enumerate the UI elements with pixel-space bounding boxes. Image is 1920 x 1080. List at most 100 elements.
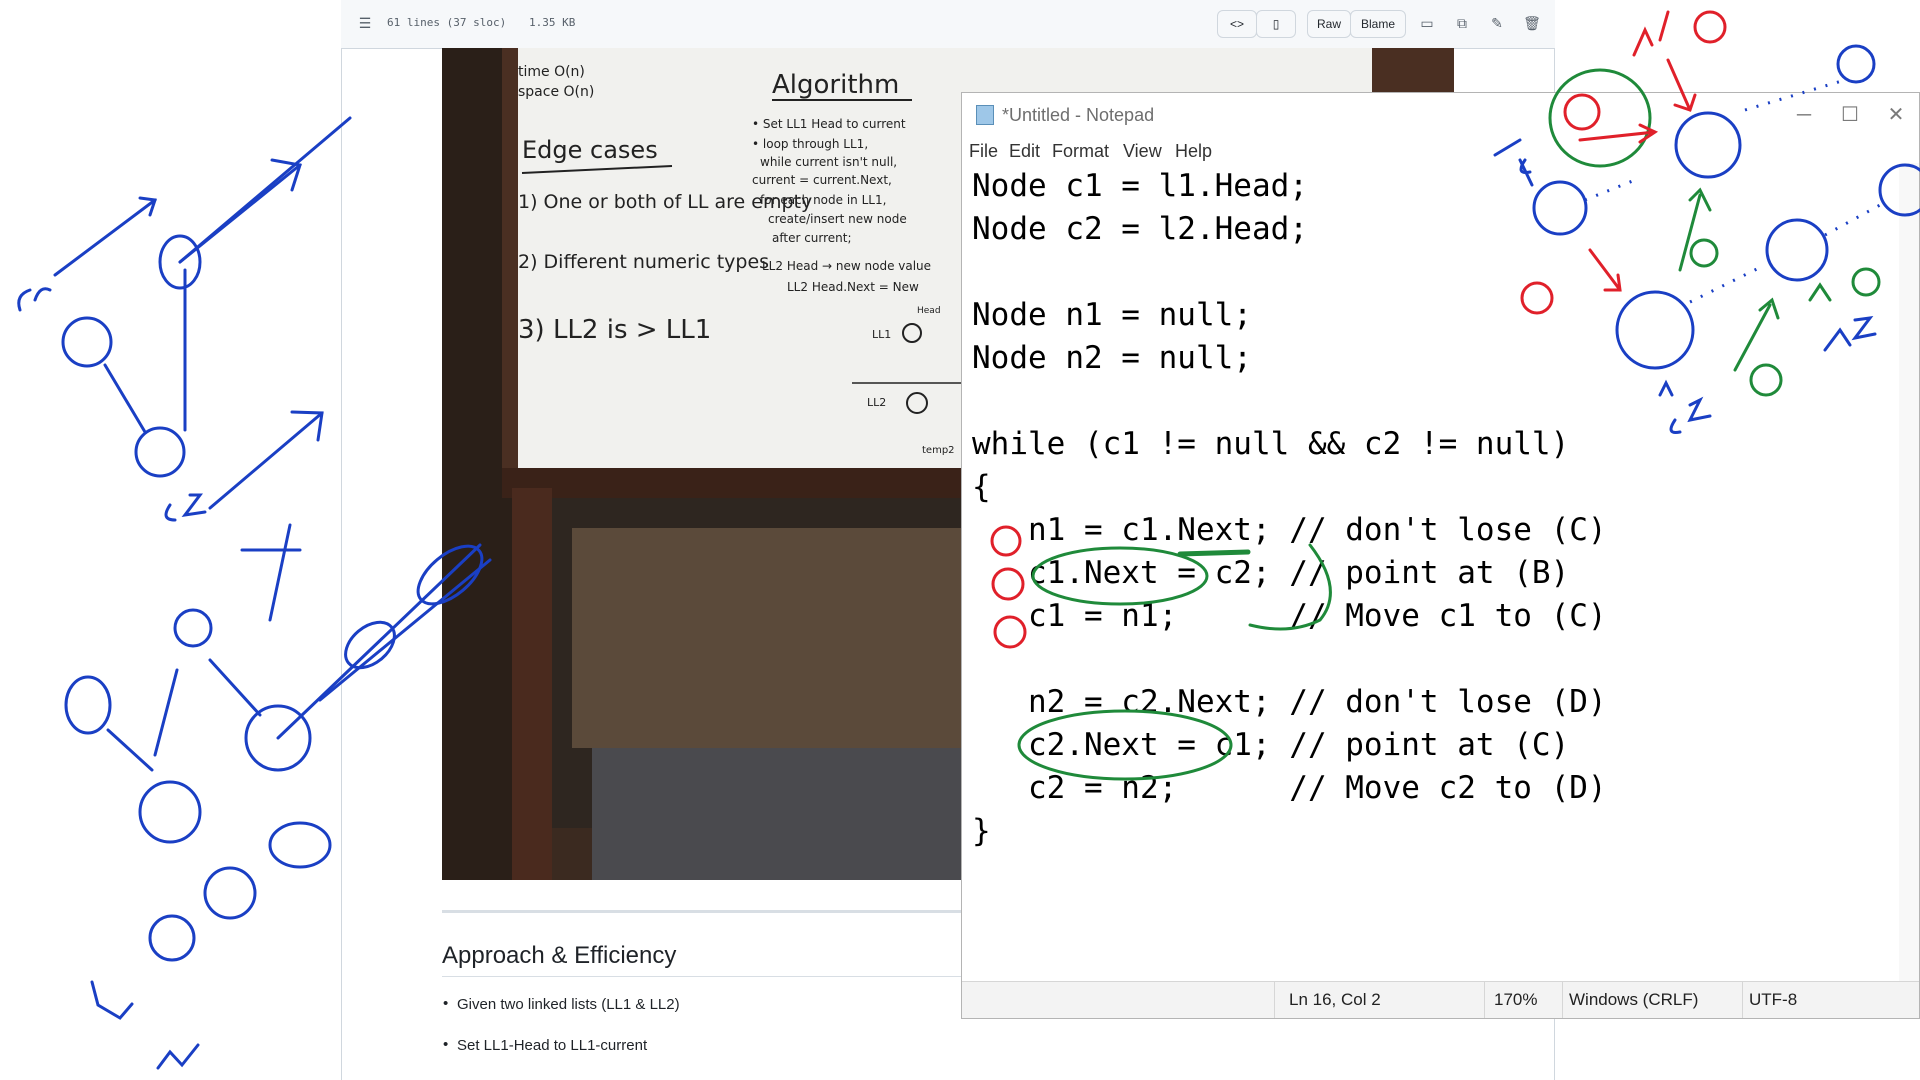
wb-label-ll1: LL1 xyxy=(872,328,891,341)
label-n xyxy=(156,1043,200,1070)
code-line: c1 = n1; // Move c1 to (C) xyxy=(972,598,1607,634)
outline-icon[interactable]: ☰ xyxy=(355,13,375,33)
menu-file[interactable]: File xyxy=(969,141,998,162)
notepad-titlebar[interactable]: *Untitled - Notepad ─ ☐ ✕ xyxy=(962,93,1919,137)
pointer-arrow xyxy=(106,728,154,772)
code-line: } xyxy=(972,813,991,849)
blame-button[interactable]: Blame xyxy=(1350,10,1406,38)
heading-rule xyxy=(442,976,962,977)
node-circle xyxy=(138,780,202,844)
label-c1 xyxy=(17,287,52,312)
menu-format[interactable]: Format xyxy=(1052,141,1109,162)
github-left-border xyxy=(341,0,342,1080)
menu-edit[interactable]: Edit xyxy=(1009,141,1040,162)
status-divider xyxy=(1742,982,1743,1018)
node-e-circle xyxy=(1836,44,1876,84)
node-circle xyxy=(344,620,396,670)
wb-algo-title: Algorithm xyxy=(772,70,899,100)
line-ending: Windows (CRLF) xyxy=(1569,990,1699,1009)
pointer-arrow xyxy=(178,116,352,264)
notepad-app-icon xyxy=(976,105,994,125)
step-1-marker xyxy=(1693,10,1727,44)
label-c2 xyxy=(164,493,207,522)
raw-button[interactable]: Raw xyxy=(1307,10,1351,38)
desktop-icon[interactable]: ▭ xyxy=(1417,13,1437,33)
wb-algo-line: for each node in LL1, xyxy=(760,193,886,207)
encoding: UTF-8 xyxy=(1749,990,1798,1009)
code-line: c2.Next = c1; // point at (C) xyxy=(972,727,1570,763)
close-icon[interactable]: ✕ xyxy=(1873,99,1919,131)
pointer-arrow xyxy=(178,163,302,264)
pointer-arrow xyxy=(208,658,262,717)
vertical-scrollbar[interactable] xyxy=(1899,163,1919,981)
code-line: while (c1 != null && c2 != null) xyxy=(972,426,1570,462)
code-line: Node c1 = l1.Head; xyxy=(972,168,1308,204)
file-icon: ▯ xyxy=(1272,17,1280,31)
wb-label-ll2: LL2 xyxy=(867,396,886,409)
wb-edge-2: 2) Different numeric types xyxy=(518,251,769,273)
wb-label-temp2: temp2 xyxy=(922,445,955,456)
list-item: Set LL1-Head to LL1-current xyxy=(443,1036,647,1054)
node-circle xyxy=(134,426,186,478)
minimize-icon[interactable]: ─ xyxy=(1781,99,1827,131)
wb-algo-line: LL2 Head → new node value xyxy=(762,259,931,273)
menu-bar: File Edit Format View Help xyxy=(962,137,1919,163)
pointer-arrow xyxy=(53,198,157,277)
github-file-header: ☰ 61 lines (37 sloc) 1.35 KB <> ▯ Raw Bl… xyxy=(341,0,1555,49)
notepad-window[interactable]: *Untitled - Notepad ─ ☐ ✕ File Edit Form… xyxy=(961,92,1920,1019)
node-circle xyxy=(158,234,202,290)
status-divider xyxy=(1484,982,1485,1018)
wb-label-head: Head xyxy=(917,306,941,316)
code-line: Node n2 = null; xyxy=(972,340,1252,376)
arrowhead xyxy=(270,158,302,192)
wb-edge-3: 3) LL2 is > LL1 xyxy=(518,315,711,345)
status-divider xyxy=(1562,982,1563,1018)
list-item: Given two linked lists (LL1 & LL2) xyxy=(443,995,680,1013)
wb-algo-line: while current isn't null, xyxy=(760,155,897,169)
trash-icon[interactable]: 🗑 xyxy=(1522,13,1542,33)
arrowhead xyxy=(290,410,324,442)
approach-heading: Approach & Efficiency xyxy=(442,942,677,969)
node-circle xyxy=(64,675,112,735)
zoom-level: 170% xyxy=(1494,990,1538,1009)
file-size: 1.35 KB xyxy=(529,16,576,29)
wb-algo-line: after current; xyxy=(772,231,852,245)
file-lines-info: 61 lines (37 sloc) xyxy=(387,16,507,29)
wb-algo-line: • Set LL1 Head to current xyxy=(752,117,906,131)
cursor-position: Ln 16, Col 2 xyxy=(1289,990,1381,1009)
code-icon: <> xyxy=(1229,17,1244,31)
wb-complexity-time: time O(n) xyxy=(518,64,585,80)
pointer-arrow xyxy=(153,668,179,757)
code-line: c2 = n2; // Move c2 to (D) xyxy=(972,770,1607,806)
wb-algo-line: LL2 Head.Next = New xyxy=(787,280,919,294)
wb-algo-line: create/insert new node xyxy=(768,212,907,226)
node-circle xyxy=(61,316,113,368)
node-circle xyxy=(148,914,196,962)
node-circle xyxy=(173,608,213,648)
node-circle xyxy=(268,821,332,869)
wb-edge-title: Edge cases xyxy=(522,136,658,164)
menu-view[interactable]: View xyxy=(1123,141,1162,162)
copy-icon[interactable]: ⧉ xyxy=(1452,13,1472,33)
preview-button[interactable]: ▯ xyxy=(1256,10,1296,38)
label-n1-red xyxy=(1632,10,1670,57)
pointer-arrow xyxy=(208,411,324,510)
maximize-icon[interactable]: ☐ xyxy=(1827,99,1873,131)
label-1 xyxy=(90,980,134,1020)
code-line: { xyxy=(972,469,991,505)
pencil-icon[interactable]: ✎ xyxy=(1487,13,1507,33)
code-line: Node n1 = null; xyxy=(972,297,1252,333)
code-view-button[interactable]: <> xyxy=(1217,10,1257,38)
menu-help[interactable]: Help xyxy=(1175,141,1212,162)
pointer-arrow xyxy=(103,363,147,434)
cross-mark xyxy=(268,523,292,622)
text-editor[interactable]: Node c1 = l1.Head; Node c2 = l2.Head; No… xyxy=(962,163,1919,981)
code-line: n1 = c1.Next; // don't lose (C) xyxy=(972,512,1607,548)
arrowhead xyxy=(138,196,157,217)
code-line: n2 = c2.Next; // don't lose (D) xyxy=(972,684,1607,720)
section-divider xyxy=(442,910,962,913)
wb-complexity-space: space O(n) xyxy=(518,84,594,100)
window-title: *Untitled - Notepad xyxy=(1002,105,1155,125)
status-divider xyxy=(1274,982,1275,1018)
wb-algo-line: current = current.Next, xyxy=(752,173,892,187)
